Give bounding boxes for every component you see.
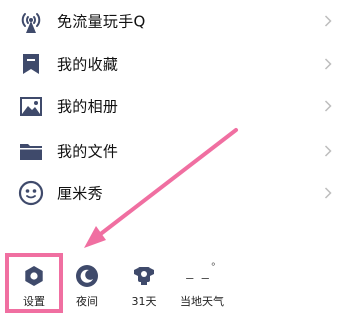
qq-drawer-menu: 免流量玩手Q 我的收藏 我的相册 我的文件 厘米秀 设置 夜间 31天 _ _°… (0, 0, 350, 321)
weather-button[interactable]: _ _° 当地天气 (172, 252, 232, 312)
chevron-right-icon (324, 145, 332, 157)
menu-item-files[interactable]: 我的文件 (0, 130, 350, 172)
settings-button[interactable]: 设置 (4, 252, 64, 312)
bookmark-icon (18, 51, 44, 77)
bottom-toolbar: 设置 夜间 31天 _ _° 当地天气 (0, 252, 350, 321)
folder-icon (18, 138, 44, 164)
menu-item-label: 厘米秀 (57, 184, 103, 203)
calendar-label: 31天 (131, 295, 157, 308)
menu-item-favorites[interactable]: 我的收藏 (0, 43, 350, 85)
menu-item-album[interactable]: 我的相册 (0, 85, 350, 127)
menu-item-label: 我的收藏 (57, 55, 119, 74)
chevron-right-icon (324, 100, 332, 112)
menu-item-label: 我的文件 (57, 142, 119, 161)
photo-album-icon (18, 93, 44, 119)
weather-label: 当地天气 (180, 295, 224, 308)
settings-label: 设置 (23, 295, 45, 308)
moon-icon (75, 264, 99, 288)
wifi-tower-icon (18, 8, 44, 34)
night-mode-label: 夜间 (76, 295, 98, 308)
menu-item-cmshow[interactable]: 厘米秀 (0, 172, 350, 214)
chevron-right-icon (324, 187, 332, 199)
chevron-right-icon (324, 15, 332, 27)
night-mode-button[interactable]: 夜间 (57, 252, 117, 312)
menu-item-label: 我的相册 (57, 97, 119, 116)
avatar-face-icon (18, 180, 44, 206)
chevron-right-icon (324, 58, 332, 70)
calendar-badge-icon (132, 264, 156, 288)
menu-item-free-data[interactable]: 免流量玩手Q (0, 0, 350, 42)
calendar-button[interactable]: 31天 (114, 252, 174, 312)
weather-temperature: _ _° (186, 262, 218, 280)
settings-icon (22, 264, 46, 288)
menu-item-label: 免流量玩手Q (57, 12, 146, 31)
